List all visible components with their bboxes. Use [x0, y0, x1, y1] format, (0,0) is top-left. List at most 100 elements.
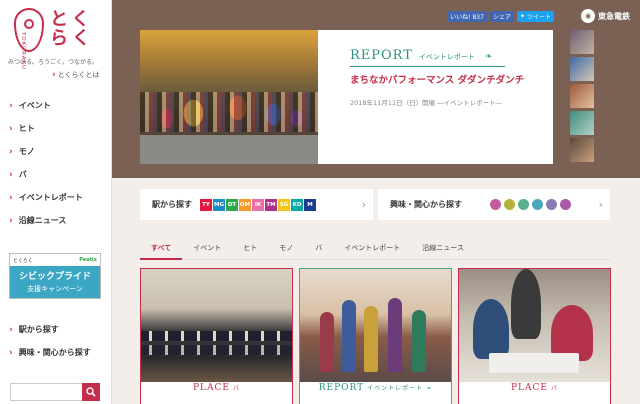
card-category: PLACE バ — [459, 383, 610, 393]
sidebar-item-label: 興味・関心から探す — [18, 348, 91, 357]
hero-thumbnail[interactable] — [570, 111, 594, 135]
line-badge-ik[interactable]: IK — [252, 198, 264, 211]
interest-search-panel[interactable]: 興味・関心から探す › — [378, 189, 610, 220]
station-search-panel[interactable]: 駅から探す TY MG DT OM IK TM SG KD M › — [140, 189, 373, 220]
card-category: REPORT イベントレポート ❧ — [300, 383, 451, 393]
line-badge-m[interactable]: M — [304, 198, 316, 211]
leaf-icon: ❧ — [426, 385, 433, 392]
interest-category-icon[interactable] — [518, 199, 529, 210]
chevron-right-icon: › — [9, 215, 13, 226]
tab-things[interactable]: モノ — [268, 243, 304, 260]
sidebar-item-people[interactable]: › ヒト — [0, 117, 111, 140]
chevron-right-icon: › — [598, 198, 603, 211]
civic-pride-banner[interactable]: とくらく Peatix シビックプライド 支援キャンペーン — [9, 253, 101, 299]
tab-event[interactable]: イベント — [182, 243, 232, 260]
about-link[interactable]: › とくらくとは — [52, 70, 100, 80]
line-badge-tm[interactable]: TM — [265, 198, 277, 211]
card-category-sub: バ — [232, 385, 240, 392]
sidebar-item-label: イベントレポート — [18, 193, 83, 202]
sidebar-item-label: 駅から探す — [18, 325, 59, 334]
sidebar-item-things[interactable]: › モノ — [0, 140, 111, 163]
hero-category-sub: イベントレポート — [418, 53, 475, 61]
tweet-button[interactable]: ✦ ツイート — [516, 11, 554, 22]
interest-category-icon[interactable] — [560, 199, 571, 210]
hero-thumbnail[interactable] — [570, 57, 594, 81]
like-label: いいね! 837 — [450, 14, 484, 21]
sidebar-item-station-search[interactable]: › 駅から探す — [0, 318, 111, 341]
interest-search-label: 興味・関心から探す — [390, 200, 462, 209]
banner-logo-tokuraku: とくらく — [13, 257, 33, 264]
interest-category-icon[interactable] — [490, 199, 501, 210]
facebook-like-button[interactable]: いいね! 837 — [447, 11, 487, 22]
chevron-right-icon: › — [9, 169, 13, 180]
tweet-label: ツイート — [526, 14, 551, 21]
card-category-sub: バ — [550, 385, 558, 392]
banner-title: シビックプライド — [18, 272, 91, 282]
sidebar-item-event[interactable]: › イベント — [0, 94, 111, 117]
hero-title: まちなかパフォーマンス ダダンチダンチ — [350, 75, 525, 86]
line-badge-mg[interactable]: MG — [213, 198, 225, 211]
card-category-label: PLACE — [192, 383, 230, 393]
hero-divider — [350, 66, 505, 67]
tab-all[interactable]: すべて — [140, 243, 183, 260]
sidebar-item-place[interactable]: › バ — [0, 163, 111, 186]
hero-feature[interactable]: REPORT イベントレポート ❧ まちなかパフォーマンス ダダンチダンチ 20… — [140, 30, 553, 164]
hero-category-label: REPORT — [350, 48, 413, 63]
hero-thumbnail[interactable] — [570, 138, 594, 162]
sidebar-item-interest-search[interactable]: › 興味・関心から探す — [0, 341, 111, 364]
sidebar-menu: › イベント › ヒト › モノ › バ › イベントレポート › 沿線ニュース — [0, 94, 111, 232]
category-tabs: すべて イベント ヒト モノ バ イベントレポート 沿線ニュース — [140, 243, 610, 260]
sidebar-item-label: バ — [18, 170, 27, 179]
card-category-label: PLACE — [510, 383, 548, 393]
about-link-label: とくらくとは — [57, 71, 100, 79]
search-input[interactable] — [10, 383, 82, 401]
interest-category-icon[interactable] — [532, 199, 543, 210]
tab-people[interactable]: ヒト — [232, 243, 268, 260]
chevron-right-icon: › — [9, 324, 13, 335]
card-category-label: REPORT — [318, 383, 365, 393]
facebook-share-button[interactable]: シェア — [489, 11, 514, 22]
line-badges: TY MG DT OM IK TM SG KD M — [200, 198, 316, 211]
sidebar-item-label: イベント — [18, 101, 51, 110]
sidebar-item-line-news[interactable]: › 沿線ニュース — [0, 209, 111, 232]
hero-category: REPORT イベントレポート ❧ — [350, 48, 535, 63]
card-category-sub: イベントレポート — [367, 385, 424, 392]
article-card[interactable]: PLACE バ — [140, 268, 293, 404]
article-card[interactable]: REPORT イベントレポート ❧ — [299, 268, 452, 404]
line-badge-dt[interactable]: DT — [226, 198, 238, 211]
hero-text: REPORT イベントレポート ❧ まちなかパフォーマンス ダダンチダンチ 20… — [318, 30, 553, 164]
article-card[interactable]: PLACE バ — [458, 268, 611, 404]
chevron-right-icon: › — [9, 100, 13, 111]
line-badge-kd[interactable]: KD — [291, 198, 303, 211]
sidebar-search-menu: › 駅から探す › 興味・関心から探す — [0, 318, 111, 364]
line-badge-ty[interactable]: TY — [200, 198, 212, 211]
banner-subtitle: 支援キャンペーン — [27, 285, 83, 293]
search-icon — [86, 387, 96, 397]
chevron-right-icon: › — [52, 70, 56, 80]
tab-place[interactable]: バ — [304, 243, 333, 260]
sidebar-item-event-report[interactable]: › イベントレポート — [0, 186, 111, 209]
share-label: シェア — [492, 14, 511, 21]
interest-category-icon[interactable] — [504, 199, 515, 210]
chevron-right-icon: › — [361, 198, 366, 211]
banner-logo-peatix: Peatix — [79, 257, 97, 263]
chevron-right-icon: › — [9, 123, 13, 134]
search-button[interactable] — [82, 383, 100, 401]
line-badge-sg[interactable]: SG — [278, 198, 290, 211]
chevron-right-icon: › — [9, 146, 13, 157]
line-badge-om[interactable]: OM — [239, 198, 251, 211]
chevron-right-icon: › — [9, 192, 13, 203]
company-name: 東急電鉄 — [598, 11, 630, 21]
tokyu-logo[interactable]: ◉ 東急電鉄 — [581, 9, 630, 23]
tab-line-news[interactable]: 沿線ニュース — [411, 243, 475, 260]
tab-event-report[interactable]: イベントレポート — [333, 243, 411, 260]
hero-thumbnail[interactable] — [570, 84, 594, 108]
tokyu-mark-icon: ◉ — [581, 9, 595, 23]
hero-thumbnail[interactable] — [570, 30, 594, 54]
site-tagline: みつける。ろうごく。つながる。 — [8, 59, 99, 66]
card-photo — [141, 269, 292, 382]
chevron-right-icon: › — [9, 347, 13, 358]
interest-category-icon[interactable] — [546, 199, 557, 210]
sidebar: TOKURAKU とくらく みつける。ろうごく。つながる。 › とくらくとは › イ… — [0, 0, 112, 404]
sidebar-item-label: ヒト — [18, 124, 35, 133]
